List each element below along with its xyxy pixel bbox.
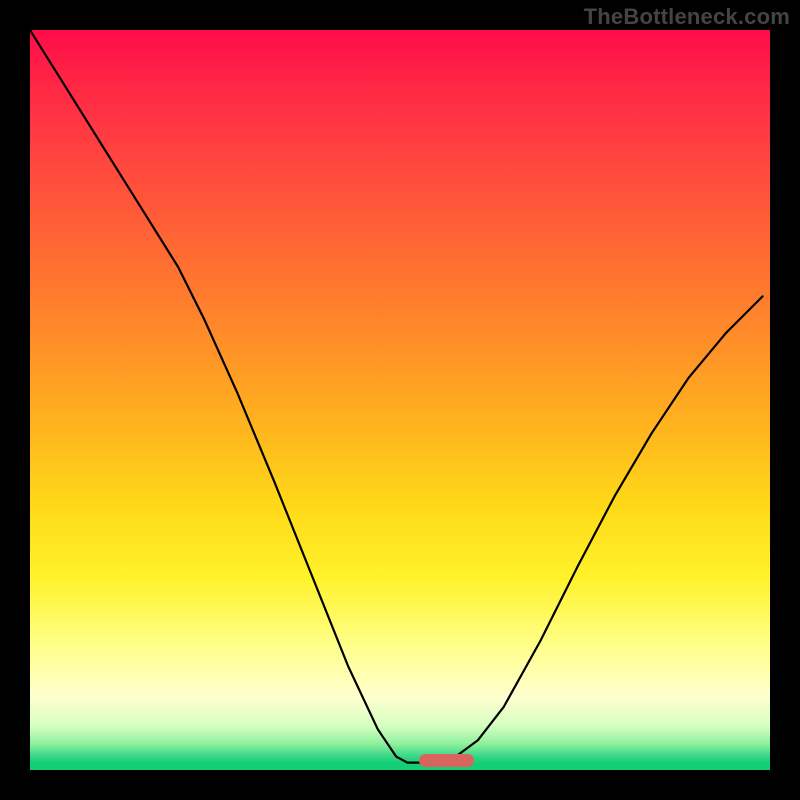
optimal-range-marker [419, 754, 475, 767]
bottleneck-curve [30, 30, 770, 770]
chart-frame: TheBottleneck.com [0, 0, 800, 800]
watermark-text: TheBottleneck.com [584, 4, 790, 30]
plot-area [30, 30, 770, 770]
